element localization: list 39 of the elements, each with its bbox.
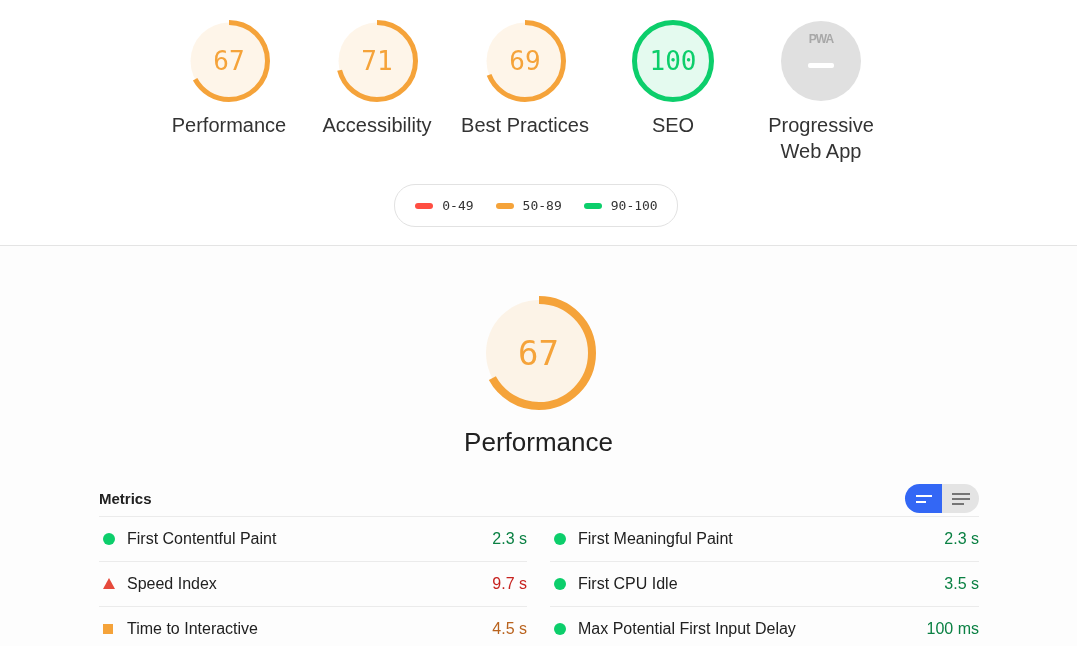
metric-value: 2.3 s <box>492 529 527 548</box>
gauge-label[interactable]: Progressive Web App <box>756 112 886 164</box>
section-title: Metrics <box>99 490 152 508</box>
metric-name: First Contentful Paint <box>127 529 278 548</box>
metric-value: 2.3 s <box>944 529 979 548</box>
view-toggle[interactable] <box>905 484 942 514</box>
metric-value: 100 ms <box>926 619 979 638</box>
circle-icon <box>103 532 115 545</box>
circle-icon <box>554 622 566 635</box>
triangle-icon <box>103 578 115 590</box>
score-value: 67 <box>212 45 246 78</box>
score-value: 69 <box>508 45 542 78</box>
metric-name: First CPU Idle <box>578 574 679 593</box>
metric-name: Time to Interactive <box>127 619 259 638</box>
score-value: 67 <box>517 332 560 375</box>
score-value: 71 <box>360 45 394 78</box>
metric-name: Speed Index <box>127 574 218 593</box>
gauge-label[interactable]: SEO <box>608 112 738 138</box>
legend-range: 90-100 <box>610 198 658 213</box>
metric-name: Max Potential First Input Delay <box>578 619 797 638</box>
view-toggle[interactable] <box>942 484 979 514</box>
square-icon <box>103 623 113 634</box>
category-title: Performance <box>463 426 614 459</box>
legend-range: 0-49 <box>442 198 474 213</box>
score-value: 100 <box>648 45 698 78</box>
metric-name: First Meaningful Paint <box>578 529 734 548</box>
gauge-label[interactable]: Best Practices <box>460 112 590 138</box>
metric-value: 3.5 s <box>944 574 979 593</box>
gauge-label[interactable]: Accessibility <box>312 112 442 138</box>
list-icon <box>951 492 970 505</box>
gauge-label[interactable]: Performance <box>164 112 294 138</box>
legend-range: 50-89 <box>522 198 562 213</box>
metric-value: 4.5 s <box>492 619 527 638</box>
lines-icon <box>915 494 932 503</box>
circle-icon <box>554 577 566 590</box>
circle-icon <box>554 532 566 545</box>
dash-icon <box>808 63 834 68</box>
pwa-badge-text: PWA <box>807 32 835 46</box>
metric-value: 9.7 s <box>492 574 527 593</box>
